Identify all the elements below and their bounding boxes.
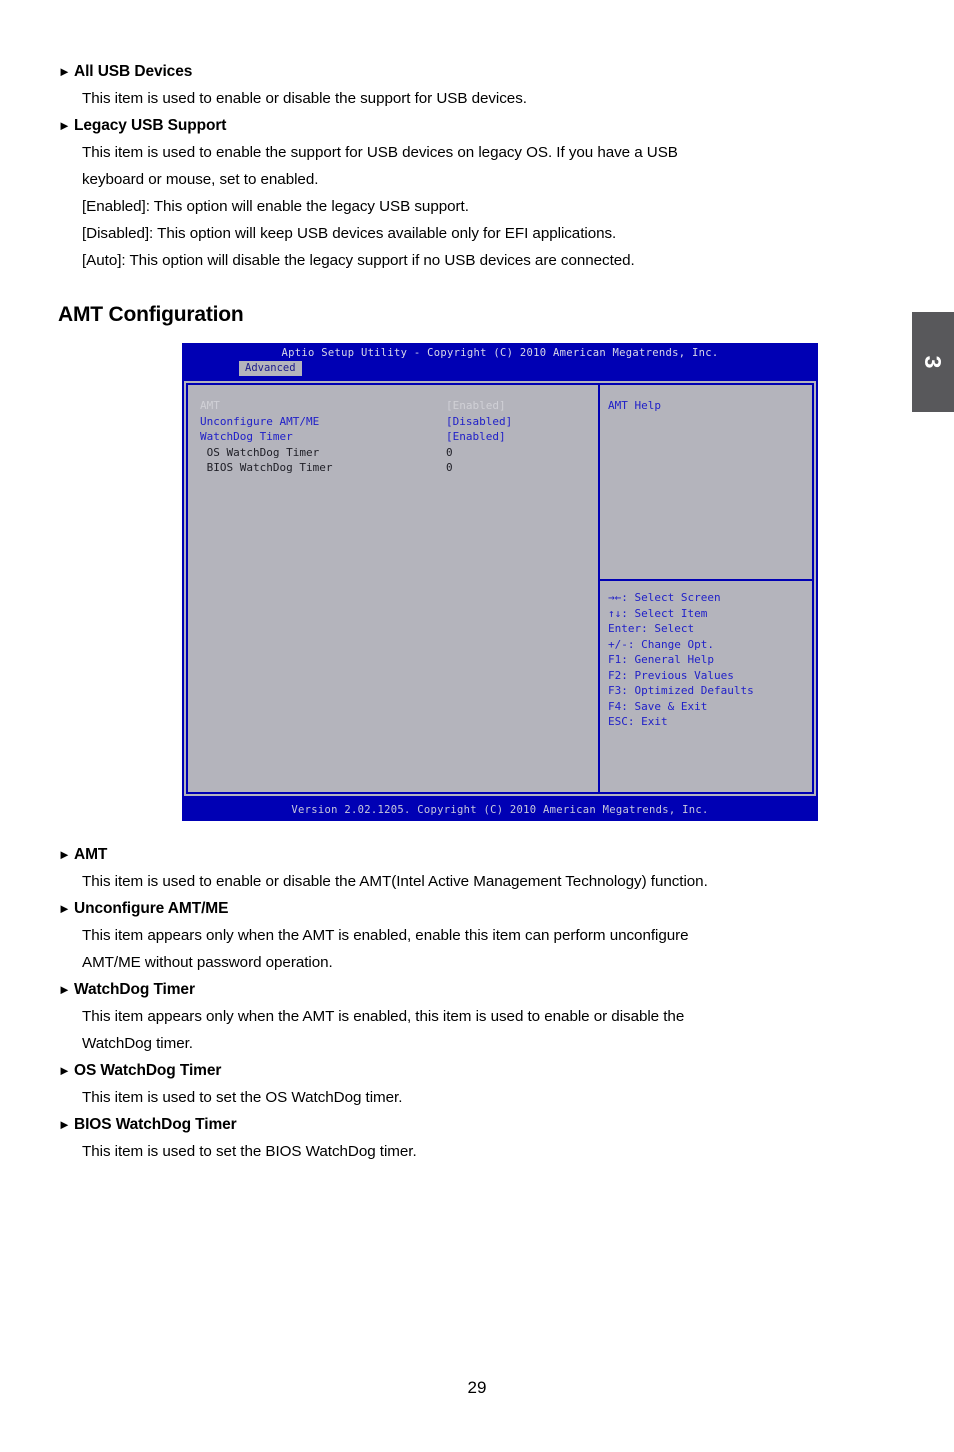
- description-item-body: This item is used to set the OS WatchDog…: [58, 1084, 888, 1111]
- tab-advanced[interactable]: Advanced: [239, 361, 302, 376]
- bios-option-value[interactable]: [Enabled]: [446, 398, 586, 414]
- description-item-label: Legacy USB Support: [74, 117, 227, 134]
- bios-option-row[interactable]: Unconfigure AMT/ME [Disabled]: [200, 414, 590, 430]
- description-item-body: This item is used to enable or disable t…: [58, 868, 888, 895]
- description-item-body: This item is used to set the BIOS WatchD…: [58, 1138, 888, 1165]
- description-item-label: OS WatchDog Timer: [74, 1062, 222, 1079]
- description-line: [Auto]: This option will disable the leg…: [82, 252, 635, 269]
- description-item-body: This item is used to enable the support …: [58, 139, 868, 274]
- description-item-body: This item appears only when the AMT is e…: [58, 1003, 888, 1057]
- bios-option-value[interactable]: [Enabled]: [446, 429, 586, 445]
- description-item-body: This item appears only when the AMT is e…: [58, 922, 888, 976]
- description-item: ► Unconfigure AMT/ME This item appears onl…: [58, 895, 888, 976]
- bottom-description-section: ► AMT This item is used to enable or disab…: [58, 841, 888, 1165]
- page-title: AMT Configuration: [58, 303, 244, 326]
- description-line: This item is used to enable or disable t…: [82, 90, 527, 107]
- bios-option-label: BIOS WatchDog Timer: [200, 461, 333, 474]
- bullet-arrow-icon: ►: [58, 982, 71, 997]
- bullet-arrow-icon: ►: [58, 901, 71, 916]
- description-line: This item is used to set the OS WatchDog…: [82, 1089, 403, 1106]
- description-item: ► AMT This item is used to enable or disab…: [58, 841, 888, 895]
- bios-key-hint: F3: Optimized Defaults: [608, 684, 754, 697]
- bios-key-hint: F2: Previous Values: [608, 668, 734, 682]
- description-item-title: ► OS WatchDog Timer: [58, 1057, 888, 1084]
- top-description-section: ► All USB Devices This item is used to ena…: [58, 58, 868, 274]
- description-item-label: WatchDog Timer: [74, 981, 195, 998]
- bios-help-panel: AMT Help →←: Select Screen ↑↓: Select Ite…: [598, 383, 814, 794]
- description-item: ► Legacy USB Support This item is used to …: [58, 112, 868, 274]
- description-item-title: ► Legacy USB Support: [58, 112, 868, 139]
- description-item: ► WatchDog Timer This item appears only wh…: [58, 976, 888, 1057]
- bios-content-area: AMT [Enabled] Unconfigure AMT/ME [Disabled]…: [184, 381, 816, 796]
- bios-key-hint: →←: Select Screen: [608, 591, 721, 604]
- description-item-label: BIOS WatchDog Timer: [74, 1116, 237, 1133]
- bullet-arrow-icon: ►: [58, 64, 71, 79]
- description-line: WatchDog timer.: [82, 1035, 193, 1052]
- bios-key-legend: →←: Select Screen ↑↓: Select Item Enter: S…: [608, 590, 754, 730]
- bios-option-row[interactable]: AMT [Enabled]: [200, 398, 590, 414]
- description-item-title: ► AMT: [58, 841, 888, 868]
- bios-key-hint: Enter: Select: [608, 622, 695, 635]
- bios-key-hint: F1: General Help: [608, 653, 714, 666]
- bios-key-hint: ESC: Exit: [608, 715, 668, 728]
- description-item-body: This item is used to enable or disable t…: [58, 85, 868, 112]
- description-item-title: ► Unconfigure AMT/ME: [58, 895, 888, 922]
- description-item-label: All USB Devices: [74, 63, 193, 80]
- page-chapter-tab: 3: [912, 312, 954, 412]
- description-item-label: AMT: [74, 846, 108, 863]
- description-item: ► BIOS WatchDog Timer This item is used to…: [58, 1111, 888, 1165]
- bullet-arrow-icon: ►: [58, 847, 71, 862]
- bios-title-bar: Aptio Setup Utility - Copyright (C) 2010…: [281, 347, 719, 359]
- bios-help-title: AMT Help: [608, 399, 661, 412]
- description-item-label: Unconfigure AMT/ME: [74, 900, 229, 917]
- description-line: AMT/ME without password operation.: [82, 954, 333, 971]
- bios-option-label: OS WatchDog Timer: [200, 445, 320, 459]
- bios-option-value[interactable]: 0: [446, 445, 586, 461]
- description-item: ► All USB Devices This item is used to ena…: [58, 58, 868, 112]
- description-line: [Enabled]: This option will enable the l…: [82, 198, 469, 215]
- bios-option-label: AMT: [200, 399, 220, 412]
- page-chapter-number: 3: [920, 355, 947, 369]
- bios-option-label: WatchDog Timer: [200, 430, 293, 443]
- description-item-title: ► All USB Devices: [58, 58, 868, 85]
- bios-help-separator: [600, 579, 812, 581]
- description-line: This item is used to enable the support …: [82, 144, 678, 161]
- bios-option-row[interactable]: WatchDog Timer [Enabled]: [200, 429, 590, 445]
- bullet-arrow-icon: ►: [58, 1063, 71, 1078]
- page-number: 29: [467, 1378, 487, 1397]
- bios-option-value[interactable]: [Disabled]: [446, 414, 586, 430]
- bios-option-value[interactable]: 0: [446, 460, 586, 476]
- bios-option-row[interactable]: BIOS WatchDog Timer 0: [200, 460, 590, 476]
- bios-key-hint: F4: Save & Exit: [608, 699, 708, 713]
- bios-option-label: Unconfigure AMT/ME: [200, 414, 320, 428]
- description-line: This item is used to set the BIOS WatchD…: [82, 1143, 417, 1160]
- bios-options-list: AMT [Enabled] Unconfigure AMT/ME [Disabled]…: [200, 398, 590, 476]
- bullet-arrow-icon: ►: [58, 1117, 71, 1132]
- description-line: This item appears only when the AMT is e…: [82, 927, 689, 944]
- bios-key-hint: +/-: Change Opt.: [608, 637, 714, 651]
- description-line: This item appears only when the AMT is e…: [82, 1008, 685, 1025]
- description-line: [Disabled]: This option will keep USB de…: [82, 225, 617, 242]
- bios-option-row[interactable]: OS WatchDog Timer 0: [200, 445, 590, 461]
- bios-options-panel: AMT [Enabled] Unconfigure AMT/ME [Disabled]…: [186, 383, 598, 794]
- description-item-title: ► WatchDog Timer: [58, 976, 888, 1003]
- description-item-title: ► BIOS WatchDog Timer: [58, 1111, 888, 1138]
- description-line: This item is used to enable or disable t…: [82, 873, 708, 890]
- description-line: keyboard or mouse, set to enabled.: [82, 171, 319, 188]
- bios-setup-screenshot: Aptio Setup Utility - Copyright (C) 2010…: [182, 343, 818, 821]
- bios-version-footer: Version 2.02.1205. Copyright (C) 2010 Am…: [182, 799, 818, 821]
- bios-menu-tabs: Advanced: [182, 361, 818, 376]
- bios-key-hint: ↑↓: Select Item: [608, 606, 708, 620]
- bullet-arrow-icon: ►: [58, 118, 71, 133]
- description-item: ► OS WatchDog Timer This item is used to s…: [58, 1057, 888, 1111]
